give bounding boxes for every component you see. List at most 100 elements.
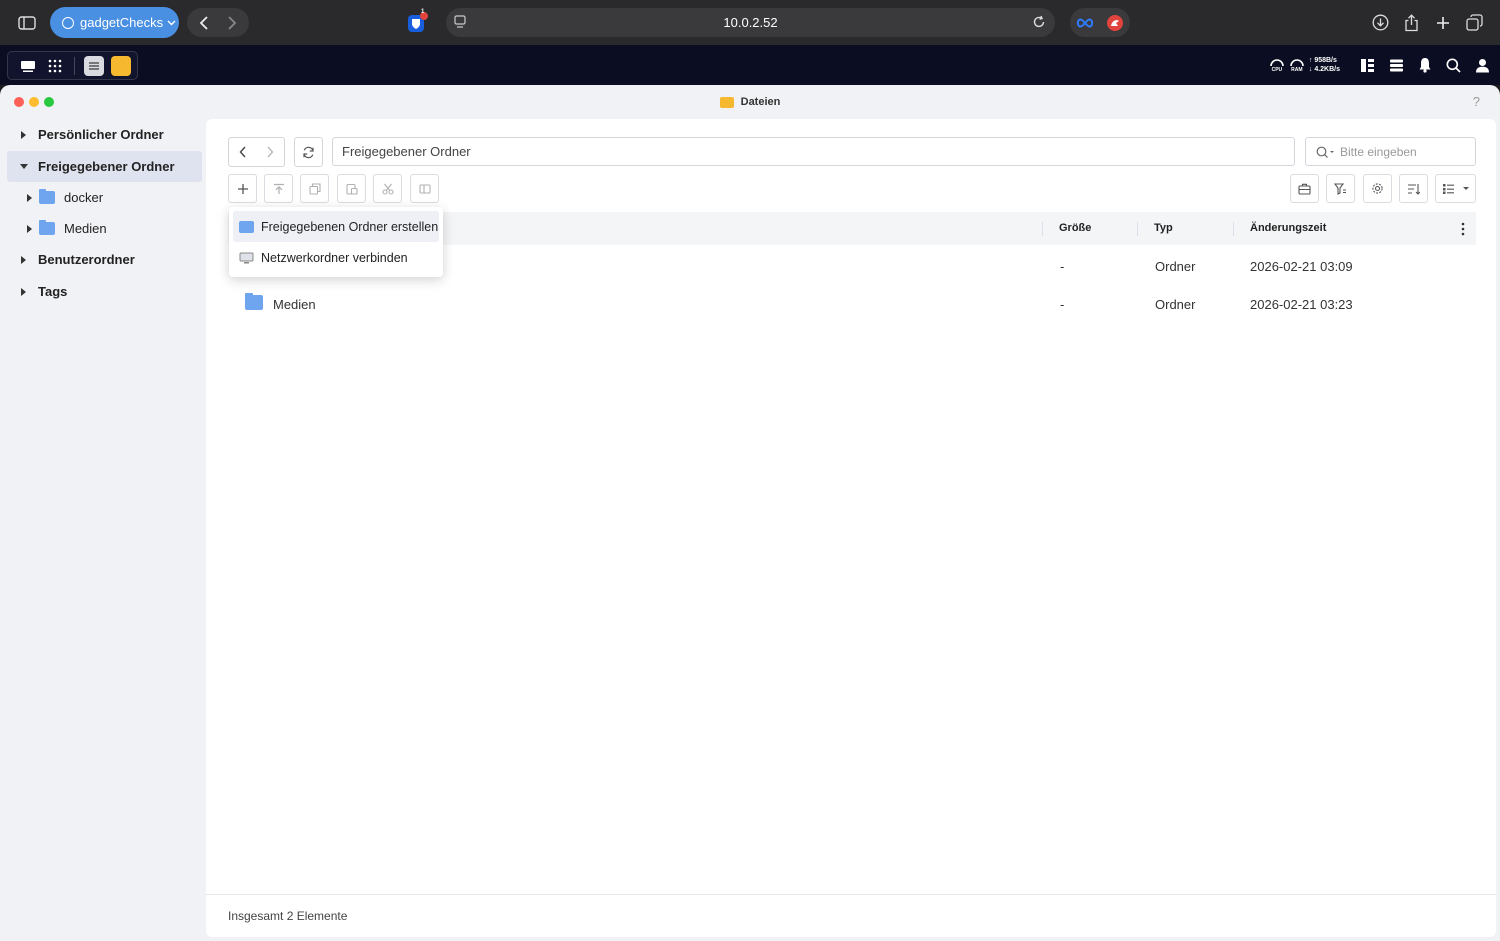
new-button[interactable] [228,174,257,203]
window-controls [14,97,54,107]
move-icon [418,183,431,194]
chevron-right-icon [267,146,274,158]
caret-right-icon[interactable] [21,130,26,139]
paste-button[interactable] [337,174,366,203]
archive-button[interactable] [1290,174,1319,203]
shared-folder-icon [245,293,263,310]
cut-button[interactable] [373,174,402,203]
share-icon[interactable] [1399,8,1423,37]
plus-icon [237,183,248,194]
downloads-icon[interactable] [1368,8,1392,37]
copy-button[interactable] [300,174,329,203]
password-manager-icon[interactable]: 1 [404,8,430,37]
caret-right-icon[interactable] [27,224,32,233]
caret-right-icon[interactable] [21,255,26,264]
sidebar-item-shared-folder[interactable]: Freigegebener Ordner [7,151,202,182]
column-divider [1233,222,1234,236]
search-filter-icon[interactable] [1316,146,1336,158]
ram-label: RAM [1291,67,1303,73]
column-type[interactable]: Typ [1154,222,1173,234]
row-modified: 2026-02-21 03:09 [1250,259,1353,274]
forward-button[interactable] [257,138,285,166]
paste-icon [345,183,358,195]
shared-folder-icon [239,220,254,233]
files-app-icon[interactable] [111,56,131,76]
column-modified[interactable]: Änderungszeit [1250,222,1326,234]
tab-overview-icon[interactable] [1462,8,1486,37]
address-bar[interactable]: 10.0.2.52 [446,8,1055,37]
notifications-icon[interactable] [1418,57,1432,73]
view-mode-button[interactable] [1435,174,1476,203]
row-type: Ordner [1155,259,1196,274]
chevron-left-icon [239,146,246,158]
back-icon[interactable] [199,15,209,30]
sidebar-item-personal-folder[interactable]: Persönlicher Ordner [7,119,202,150]
storage-icon[interactable] [1389,58,1404,73]
row-modified: 2026-02-21 03:23 [1250,297,1353,312]
extension-badge: 1 [421,9,425,15]
back-button[interactable] [229,138,257,166]
history-buttons [228,137,285,167]
reload-icon[interactable] [1032,15,1046,29]
caret-right-icon[interactable] [21,287,26,296]
sidebar-item-label: docker [64,190,104,205]
caret-down-icon[interactable] [20,164,28,169]
caret-right-icon[interactable] [27,193,32,202]
cpu-label: CPU [1271,67,1283,73]
resource-monitor[interactable]: CPU RAM ↑ 958B/s ↓ 4.2KB/s [1269,56,1340,74]
table-row[interactable]: Medien - Ordner 2026-02-21 03:23 [228,285,1476,323]
sidebar-item-label: Freigegebener Ordner [38,159,175,174]
sort-icon [1408,183,1420,195]
infinity-extension-icon[interactable] [1076,17,1094,28]
forward-icon[interactable] [227,15,237,30]
sidebar-item-user-folders[interactable]: Benutzerordner [7,244,202,275]
help-icon[interactable]: ? [1473,94,1480,109]
sidebar-item-tags[interactable]: Tags [7,276,202,307]
filter-button[interactable] [1326,174,1355,203]
new-tab-icon[interactable] [1431,8,1455,37]
history-nav [187,8,249,37]
search-input[interactable] [1340,144,1460,159]
settings-button[interactable] [1363,174,1392,203]
control-panel-app-icon[interactable] [84,56,104,76]
maximize-icon[interactable] [44,97,54,107]
row-size: - [1060,297,1065,312]
list-view-icon [1442,184,1454,194]
refresh-button[interactable] [294,137,323,167]
launcher-divider [74,57,75,75]
globe-icon [62,16,74,29]
menu-item-connect-network-folder[interactable]: Netzwerkordner verbinden [233,242,439,273]
close-icon[interactable] [14,97,24,107]
row-type: Ordner [1155,297,1196,312]
sort-button[interactable] [1399,174,1428,203]
filter-icon [1334,182,1346,195]
upload-button[interactable] [264,174,293,203]
nas-status-area: CPU RAM ↑ 958B/s ↓ 4.2KB/s [1269,45,1490,85]
red-extension-icon[interactable] [1106,14,1124,32]
menu-item-label: Netzwerkordner verbinden [261,250,408,265]
move-button[interactable] [410,174,439,203]
sidebar-item-docker[interactable]: docker [7,182,202,213]
row-size: - [1060,259,1065,274]
menu-item-label: Freigegebenen Ordner erstellen [261,219,439,234]
search-icon[interactable] [1446,58,1461,73]
row-name: Medien [273,297,316,312]
desktop-icon[interactable] [20,60,36,73]
address-text: 10.0.2.52 [723,15,778,30]
caret-down-icon [1462,187,1469,190]
sidebar-toggle-icon[interactable] [14,8,40,37]
item-count: Insgesamt 2 Elemente [228,909,348,923]
user-icon[interactable] [1475,58,1490,73]
sidebar: Persönlicher Ordner Freigegebener Ordner… [0,119,206,941]
minimize-icon[interactable] [29,97,39,107]
profile-button[interactable]: gadgetChecks [50,7,179,38]
path-field[interactable]: Freigegebener Ordner [332,137,1295,166]
menu-item-create-shared-folder[interactable]: Freigegebenen Ordner erstellen [233,211,439,242]
download-speed: 4.2KB/s [1314,66,1340,73]
apps-grid-icon[interactable] [48,59,62,73]
page-menu-icon[interactable] [454,15,466,29]
more-options-icon[interactable] [1461,222,1465,236]
widgets-icon[interactable] [1360,58,1375,73]
column-size[interactable]: Größe [1059,222,1091,234]
sidebar-item-medien[interactable]: Medien [7,213,202,244]
